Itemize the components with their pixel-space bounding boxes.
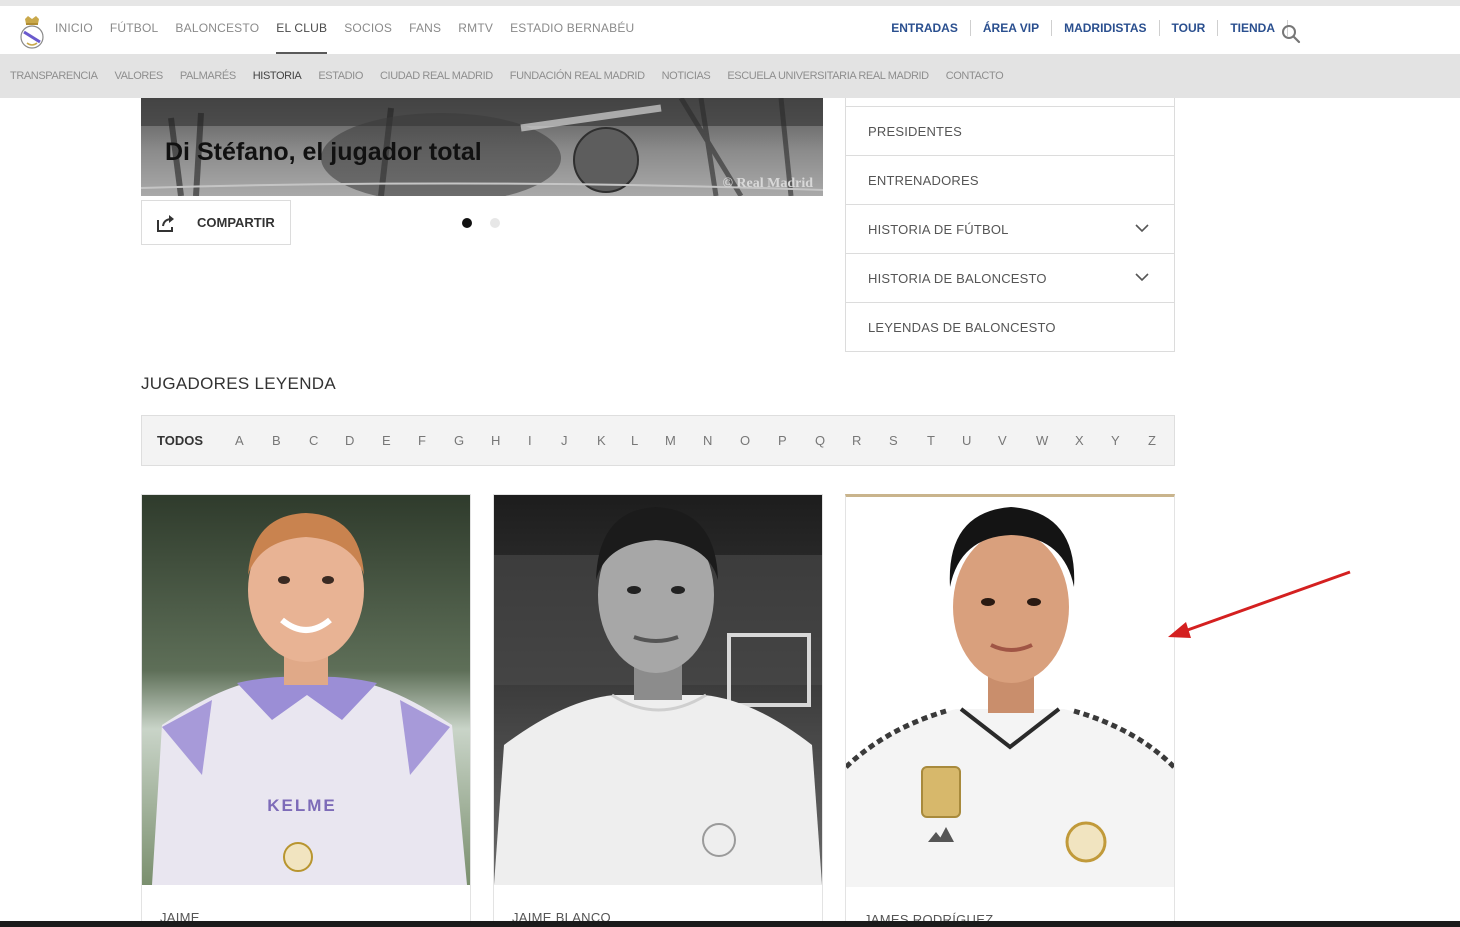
side-menu-label: HISTORIA DE BALONCESTO [868,270,1047,286]
section-subnav: TRANSPARENCIA VALORES PALMARÉS HISTORIA … [0,54,1460,98]
side-menu-label: HISTORIA DE FÚTBOL [868,221,1009,237]
nav-rmtv[interactable]: RMTV [458,20,493,54]
filter-letter-g[interactable]: G [454,433,464,448]
filter-letter-b[interactable]: B [272,433,281,448]
side-menu-entrenadores[interactable]: ENTRENADORES [846,155,1174,204]
carousel-dots [462,218,500,228]
nav-area-vip[interactable]: ÁREA VIP [983,20,1039,36]
alphabet-filter: TODOS A B C D E F G H I J K L M N O P Q R S T U V W X Y Z [141,415,1175,466]
nav-fans[interactable]: FANS [409,20,441,54]
window-bottom-edge [0,921,1460,927]
shirt-sponsor: KELME [267,796,337,815]
nav-baloncesto[interactable]: BALONCESTO [175,20,259,54]
nav-el-club[interactable]: EL CLUB [276,20,328,54]
subnav-escuela-universitaria[interactable]: ESCUELA UNIVERSITARIA REAL MADRID [727,70,929,82]
annotation-arrow-icon [1168,570,1351,638]
filter-letter-m[interactable]: M [665,433,676,448]
history-side-menu: PRESIDENTES ENTRENADORES HISTORIA DE FÚT… [845,98,1175,352]
player-photo: KELME [142,495,470,885]
subnav-ciudad-real-madrid[interactable]: CIUDAD REAL MADRID [380,70,493,82]
nav-socios[interactable]: SOCIOS [344,20,392,54]
filter-letter-x[interactable]: X [1075,433,1084,448]
chevron-down-icon[interactable] [1134,222,1150,234]
player-photo [494,495,822,885]
nav-divider [969,20,971,36]
filter-letter-y[interactable]: Y [1111,433,1120,448]
subnav-historia[interactable]: HISTORIA [253,70,302,82]
side-menu-label: LEYENDAS DE BALONCESTO [868,319,1056,335]
filter-letter-o[interactable]: O [740,433,750,448]
filter-todos[interactable]: TODOS [157,433,203,448]
nav-tienda[interactable]: TIENDA [1230,20,1275,36]
subnav-fundacion[interactable]: FUNDACIÓN REAL MADRID [510,70,645,82]
filter-letter-r[interactable]: R [852,433,861,448]
filter-letter-q[interactable]: Q [815,433,825,448]
filter-letter-h[interactable]: H [491,433,500,448]
secondary-nav: ENTRADAS ÁREA VIP MADRIDISTAS TOUR TIEND… [891,20,1300,36]
filter-letter-n[interactable]: N [703,433,712,448]
nav-futbol[interactable]: FÚTBOL [110,20,159,54]
filter-letter-c[interactable]: C [309,433,318,448]
player-card-jaime-blanco[interactable]: JAIME BLANCO [493,494,823,927]
filter-letter-f[interactable]: F [418,433,426,448]
side-menu-historia-baloncesto[interactable]: HISTORIA DE BALONCESTO [846,253,1174,302]
nav-divider [1051,20,1053,36]
filter-letter-z[interactable]: Z [1148,433,1156,448]
player-card-james-rodriguez[interactable]: JAMES RODRÍGUEZ [845,494,1175,927]
primary-nav: INICIO FÚTBOL BALONCESTO EL CLUB SOCIOS … [55,20,651,54]
search-icon[interactable] [1280,23,1302,45]
share-button[interactable]: COMPARTIR [141,200,291,245]
subnav-transparencia[interactable]: TRANSPARENCIA [10,70,98,82]
filter-letter-t[interactable]: T [927,433,935,448]
subnav-valores[interactable]: VALORES [115,70,164,82]
side-menu-historia-futbol[interactable]: HISTORIA DE FÚTBOL [846,204,1174,253]
subnav-noticias[interactable]: NOTICIAS [662,70,711,82]
nav-divider [1217,20,1219,36]
chevron-down-icon[interactable] [1134,271,1150,283]
player-photo [846,497,1174,887]
nav-tour[interactable]: TOUR [1172,20,1206,36]
filter-letter-s[interactable]: S [889,433,898,448]
hero-banner[interactable]: Di Stéfano, el jugador total © Real Madr… [141,98,823,196]
nav-inicio[interactable]: INICIO [55,20,93,54]
subnav-contacto[interactable]: CONTACTO [946,70,1004,82]
top-navigation: INICIO FÚTBOL BALONCESTO EL CLUB SOCIOS … [0,0,1460,54]
filter-letter-v[interactable]: V [998,433,1007,448]
filter-letter-k[interactable]: K [597,433,606,448]
hero-title: Di Stéfano, el jugador total [165,138,482,166]
filter-letter-d[interactable]: D [345,433,354,448]
filter-letter-p[interactable]: P [778,433,787,448]
share-label: COMPARTIR [197,215,275,230]
filter-letter-l[interactable]: L [631,433,638,448]
carousel-dot-active[interactable] [462,218,472,228]
side-menu-leyendas-baloncesto[interactable]: LEYENDAS DE BALONCESTO [846,302,1174,351]
filter-letter-e[interactable]: E [382,433,391,448]
side-menu-presidentes[interactable]: PRESIDENTES [846,106,1174,155]
filter-letter-u[interactable]: U [962,433,971,448]
share-icon [157,214,174,232]
carousel-dot[interactable] [490,218,500,228]
subnav-palmares[interactable]: PALMARÉS [180,70,236,82]
filter-letter-j[interactable]: J [561,433,568,448]
side-menu-label: PRESIDENTES [868,123,962,139]
side-menu-label: ENTRENADORES [868,172,979,188]
filter-letter-w[interactable]: W [1036,433,1048,448]
section-title: JUGADORES LEYENDA [141,374,336,393]
filter-letter-a[interactable]: A [235,433,244,448]
real-madrid-crest-logo[interactable] [18,15,46,51]
player-card-jaime[interactable]: KELME JAIME [141,494,471,927]
photo-credit: © Real Madrid [722,176,813,191]
nav-entradas[interactable]: ENTRADAS [891,20,958,36]
filter-letter-i[interactable]: I [528,433,532,448]
nav-madridistas[interactable]: MADRIDISTAS [1064,20,1146,36]
subnav-estadio[interactable]: ESTADIO [318,70,363,82]
nav-estadio-bernabeu[interactable]: ESTADIO BERNABÉU [510,20,634,54]
nav-divider [1158,20,1160,36]
